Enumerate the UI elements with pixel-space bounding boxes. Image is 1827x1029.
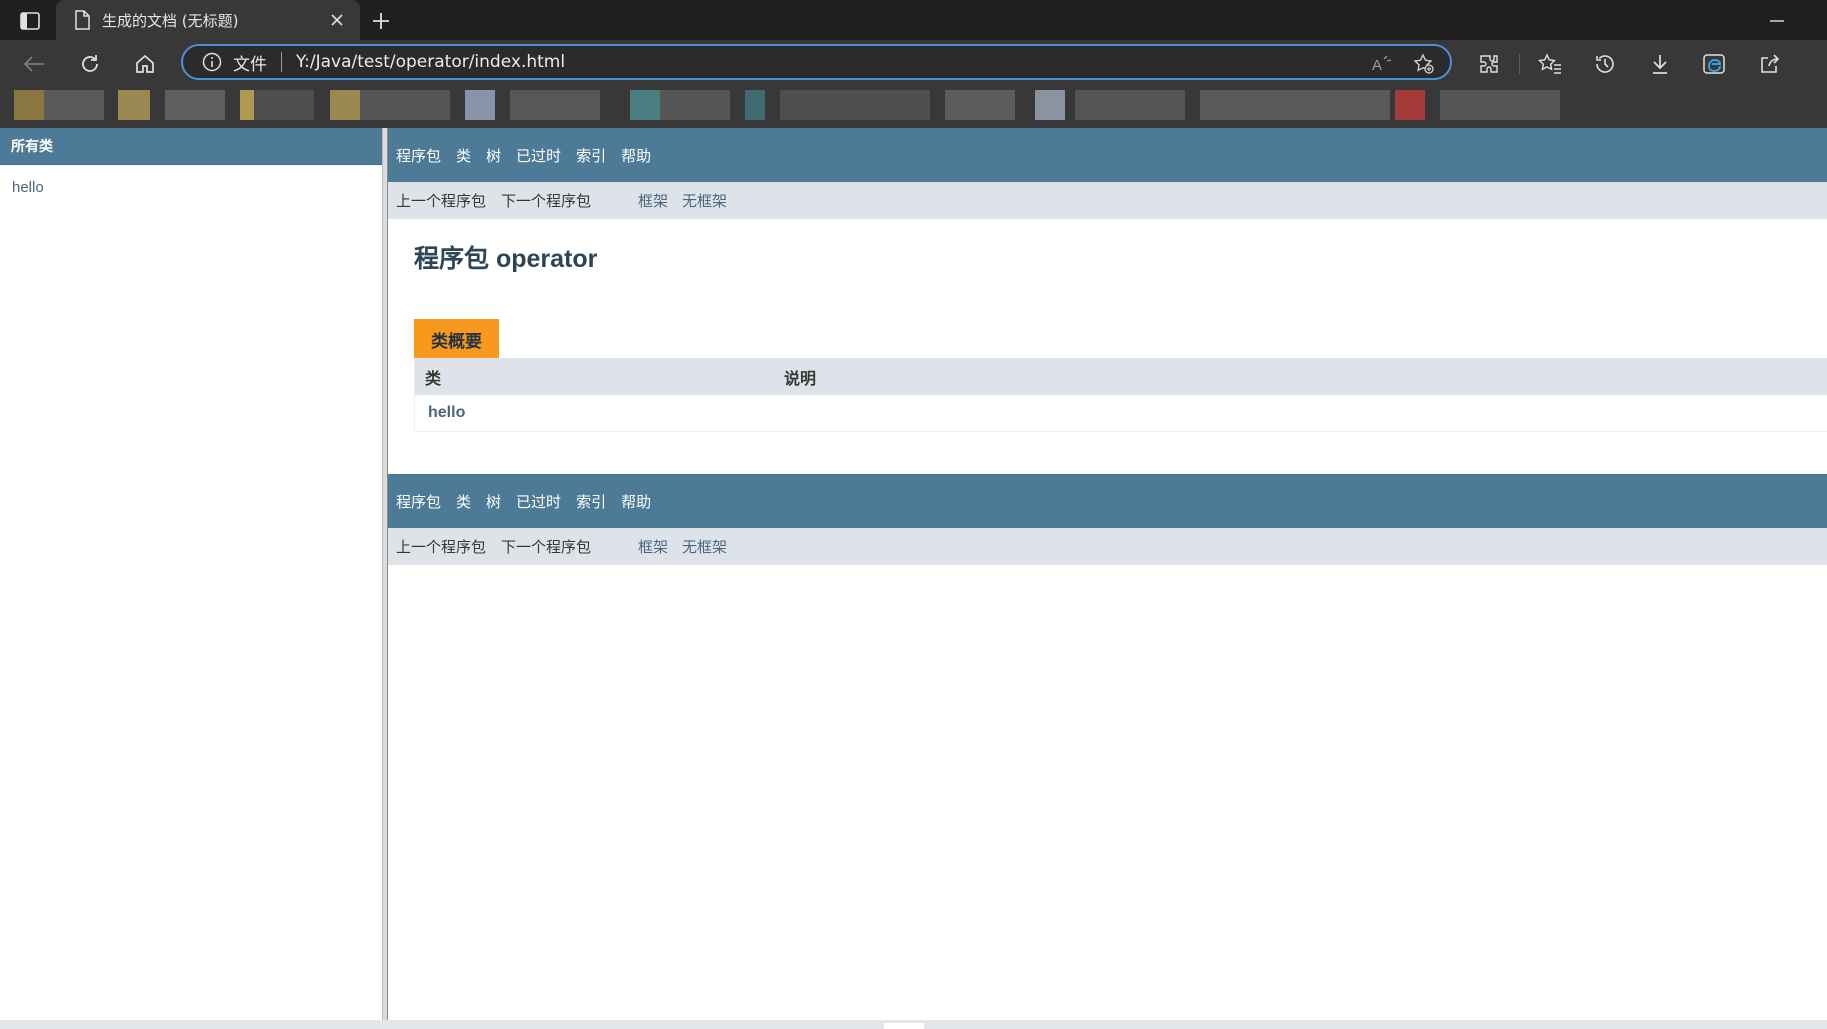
browser-toolbar: 文件 Y:/Java/test/operator/index.html A	[0, 40, 1827, 86]
favorite-item[interactable]	[745, 90, 765, 120]
refresh-icon[interactable]	[75, 49, 105, 79]
home-icon[interactable]	[130, 49, 160, 79]
scrollbar-thumb[interactable]	[884, 1023, 924, 1029]
nav-item-deprecated[interactable]: 已过时	[516, 145, 561, 166]
favorites-bar	[0, 86, 1827, 128]
next-package-label: 下一个程序包	[501, 539, 592, 556]
class-link-hello[interactable]: hello	[12, 179, 382, 196]
address-separator	[281, 52, 282, 72]
bottom-nav-bar: 程序包 类 树 已过时 索引 帮助	[388, 474, 1827, 528]
extensions-icon[interactable]	[1474, 49, 1504, 79]
nav-item-tree[interactable]: 树	[486, 145, 501, 166]
favorite-item[interactable]	[780, 90, 930, 120]
no-frames-link[interactable]: 无框架	[682, 190, 727, 211]
favorite-item[interactable]	[1200, 90, 1390, 120]
nav-item-class[interactable]: 类	[456, 145, 471, 166]
share-icon[interactable]	[1755, 49, 1785, 79]
address-bar[interactable]: 文件 Y:/Java/test/operator/index.html A	[181, 44, 1452, 80]
favorite-item[interactable]	[1440, 90, 1560, 120]
class-summary-caption: 类概要	[414, 319, 499, 358]
favorite-item[interactable]	[165, 90, 225, 120]
nav-item-index[interactable]: 索引	[576, 491, 606, 512]
frames-link[interactable]: 框架	[638, 190, 668, 211]
browser-titlebar: 生成的文档 (无标题)	[0, 0, 1827, 40]
favorite-item[interactable]	[1035, 90, 1065, 120]
page-title: 程序包 operator	[414, 245, 598, 273]
favorite-item[interactable]	[360, 90, 450, 120]
horizontal-scrollbar[interactable]	[0, 1020, 1827, 1029]
add-favorite-icon[interactable]	[1412, 52, 1436, 76]
column-header-description: 说明	[784, 370, 817, 388]
nav-item-help[interactable]: 帮助	[621, 491, 651, 512]
favorite-item[interactable]	[330, 90, 360, 120]
favorite-item[interactable]	[14, 90, 44, 120]
favorite-item[interactable]	[630, 90, 660, 120]
favorite-item[interactable]	[945, 90, 1015, 120]
nav-item-class[interactable]: 类	[456, 491, 471, 512]
favorite-item[interactable]	[1395, 90, 1425, 120]
nav-item-index[interactable]: 索引	[576, 145, 606, 166]
favorite-item[interactable]	[44, 90, 104, 120]
frames-link[interactable]: 框架	[638, 536, 668, 557]
bottom-nav: 程序包 类 树 已过时 索引 帮助 上一个程序包 下一个程序包 框架 无框架	[388, 474, 1827, 565]
top-sub-nav: 上一个程序包 下一个程序包 框架 无框架	[388, 182, 1827, 219]
table-header: 类 说明	[415, 358, 1827, 395]
minimize-icon[interactable]	[1760, 8, 1794, 34]
favorite-item[interactable]	[240, 90, 254, 120]
favorite-item[interactable]	[465, 90, 495, 120]
nav-item-deprecated[interactable]: 已过时	[516, 491, 561, 512]
edge-icon[interactable]	[1700, 49, 1730, 79]
document-icon	[74, 10, 90, 30]
nav-item-package[interactable]: 程序包	[396, 491, 441, 512]
package-summary-frame: 程序包 类 树 已过时 索引 帮助 上一个程序包 下一个程序包 框架 无框架 程…	[388, 128, 1827, 1020]
favorite-item[interactable]	[1075, 90, 1185, 120]
favorite-item[interactable]	[118, 90, 150, 120]
info-icon[interactable]	[201, 51, 223, 73]
address-scheme: 文件	[233, 54, 267, 75]
class-summary: 类概要 类 说明 hello	[414, 319, 1827, 432]
address-url[interactable]: Y:/Java/test/operator/index.html	[296, 52, 565, 72]
plus-icon[interactable]	[368, 8, 394, 34]
no-frames-link[interactable]: 无框架	[682, 536, 727, 557]
read-aloud-icon[interactable]: A	[1370, 52, 1394, 76]
class-summary-table: 类 说明 hello	[414, 358, 1827, 432]
svg-text:A: A	[1372, 57, 1382, 74]
toolbar-divider	[1519, 54, 1520, 74]
all-classes-frame: 所有类 hello	[0, 128, 383, 1020]
nav-item-help[interactable]: 帮助	[621, 145, 651, 166]
tab-actions-icon[interactable]	[14, 8, 46, 34]
tab-title: 生成的文档 (无标题)	[102, 11, 239, 30]
nav-item-tree[interactable]: 树	[486, 491, 501, 512]
next-package-label: 下一个程序包	[501, 193, 592, 210]
download-icon[interactable]	[1645, 49, 1675, 79]
back-arrow-icon[interactable]	[19, 49, 49, 79]
column-header-class: 类	[425, 370, 442, 388]
favorites-icon[interactable]	[1535, 49, 1565, 79]
table-row: hello	[415, 395, 1827, 431]
prev-package-label: 上一个程序包	[396, 539, 487, 556]
favorite-item[interactable]	[660, 90, 730, 120]
prev-package-label: 上一个程序包	[396, 193, 487, 210]
nav-item-package[interactable]: 程序包	[396, 145, 441, 166]
class-link-hello[interactable]: hello	[415, 404, 465, 422]
browser-tab[interactable]: 生成的文档 (无标题)	[56, 0, 360, 40]
page-content: 所有类 hello 程序包 类 树 已过时 索引 帮助 上一个程序包 下一个程序…	[0, 128, 1827, 1020]
close-icon[interactable]	[328, 11, 346, 29]
favorite-item[interactable]	[510, 90, 600, 120]
history-icon[interactable]	[1590, 49, 1620, 79]
all-classes-header: 所有类	[0, 128, 382, 165]
favorite-item[interactable]	[254, 90, 314, 120]
top-nav-bar: 程序包 类 树 已过时 索引 帮助	[388, 128, 1827, 182]
bottom-sub-nav: 上一个程序包 下一个程序包 框架 无框架	[388, 528, 1827, 565]
